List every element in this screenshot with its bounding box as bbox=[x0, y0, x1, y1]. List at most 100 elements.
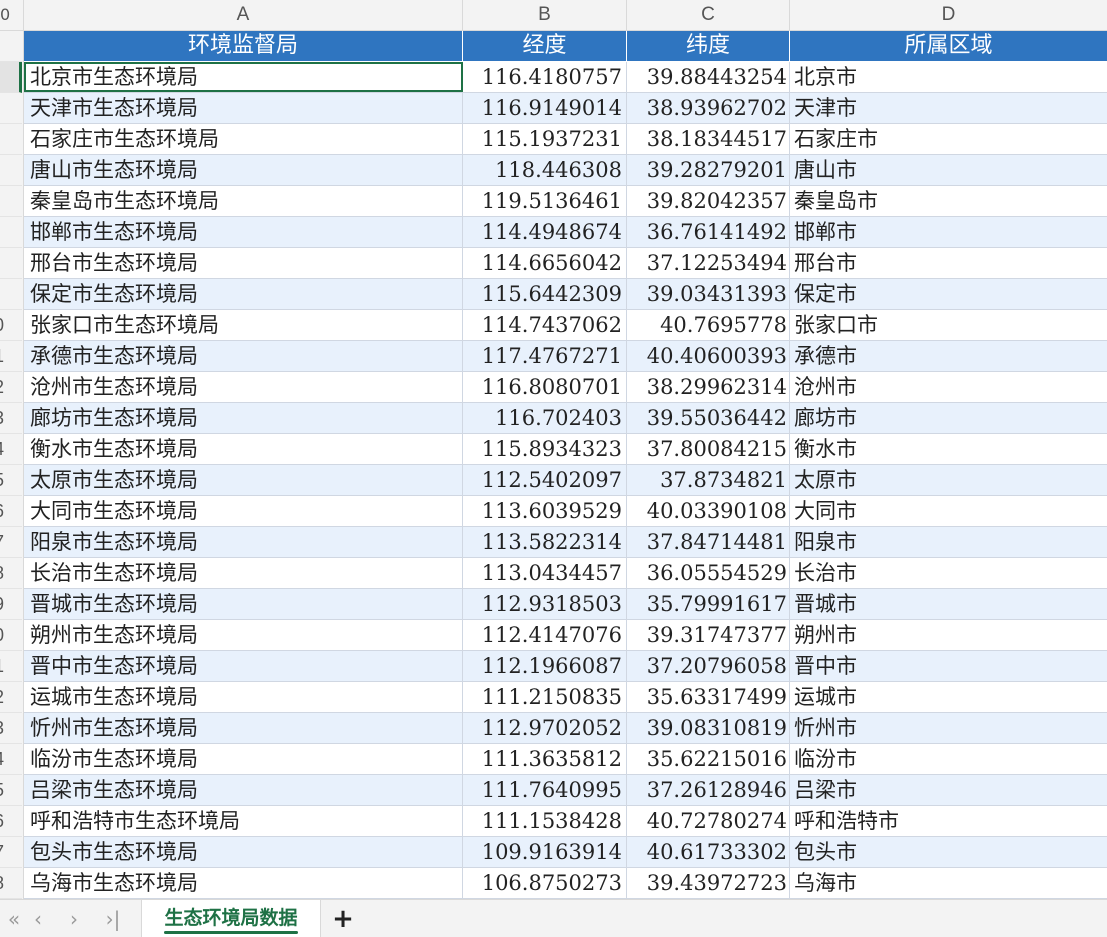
cell-agency[interactable]: 太原市生态环境局 bbox=[24, 465, 463, 495]
cell-longitude[interactable]: 106.8750273 bbox=[463, 868, 627, 898]
cell-agency[interactable]: 乌海市生态环境局 bbox=[24, 868, 463, 898]
cell-latitude[interactable]: 38.29962314 bbox=[627, 372, 790, 402]
cell-agency[interactable]: 晋中市生态环境局 bbox=[24, 651, 463, 681]
row-number[interactable] bbox=[0, 124, 22, 155]
row-number[interactable]: 2 bbox=[0, 372, 22, 403]
row-number[interactable]: 3 bbox=[0, 403, 22, 434]
cell-agency[interactable]: 廊坊市生态环境局 bbox=[24, 403, 463, 433]
cell-longitude[interactable]: 115.8934323 bbox=[463, 434, 627, 464]
next-sheet-button[interactable]: › bbox=[62, 900, 86, 937]
cell-longitude[interactable]: 119.5136461 bbox=[463, 186, 627, 216]
cell-region[interactable]: 廊坊市 bbox=[790, 403, 1107, 433]
row-number[interactable] bbox=[0, 31, 22, 62]
cell-latitude[interactable]: 39.43972723 bbox=[627, 868, 790, 898]
cell-latitude[interactable]: 39.31747377 bbox=[627, 620, 790, 650]
cell-latitude[interactable]: 37.80084215 bbox=[627, 434, 790, 464]
row-number[interactable]: 4 bbox=[0, 434, 22, 465]
cell-longitude[interactable]: 111.2150835 bbox=[463, 682, 627, 712]
row-number[interactable]: 5 bbox=[0, 465, 22, 496]
select-all-corner[interactable]: 0 bbox=[0, 0, 24, 31]
row-number[interactable]: 1 bbox=[0, 341, 22, 372]
cell-agency[interactable]: 长治市生态环境局 bbox=[24, 558, 463, 588]
cell-agency[interactable]: 晋城市生态环境局 bbox=[24, 589, 463, 619]
cell-region[interactable]: 晋中市 bbox=[790, 651, 1107, 681]
cell-latitude[interactable]: 37.84714481 bbox=[627, 527, 790, 557]
sheet-tab-active[interactable]: 生态环境局数据 bbox=[141, 900, 321, 937]
row-number[interactable] bbox=[0, 217, 22, 248]
cell-longitude[interactable]: 116.4180757 bbox=[463, 62, 627, 92]
row-number[interactable]: 7 bbox=[0, 527, 22, 558]
cell-region[interactable]: 太原市 bbox=[790, 465, 1107, 495]
cell-latitude[interactable]: 39.82042357 bbox=[627, 186, 790, 216]
column-header-b[interactable]: B bbox=[463, 0, 627, 31]
cell-region[interactable]: 承德市 bbox=[790, 341, 1107, 371]
row-number[interactable]: 2 bbox=[0, 682, 22, 713]
cell-agency[interactable]: 运城市生态环境局 bbox=[24, 682, 463, 712]
cell-latitude[interactable]: 35.79991617 bbox=[627, 589, 790, 619]
cell-region[interactable]: 乌海市 bbox=[790, 868, 1107, 898]
row-number[interactable]: 8 bbox=[0, 868, 22, 899]
cell-region[interactable]: 吕梁市 bbox=[790, 775, 1107, 805]
cell-latitude[interactable]: 38.93962702 bbox=[627, 93, 790, 123]
cell-region[interactable]: 包头市 bbox=[790, 837, 1107, 867]
cell-region[interactable]: 忻州市 bbox=[790, 713, 1107, 743]
row-number[interactable]: 4 bbox=[0, 744, 22, 775]
cell-region[interactable]: 秦皇岛市 bbox=[790, 186, 1107, 216]
cell-agency[interactable]: 包头市生态环境局 bbox=[24, 837, 463, 867]
cell-agency[interactable]: 保定市生态环境局 bbox=[24, 279, 463, 309]
cell-longitude[interactable]: 112.5402097 bbox=[463, 465, 627, 495]
cell-longitude[interactable]: 111.1538428 bbox=[463, 806, 627, 836]
cell-agency[interactable]: 邢台市生态环境局 bbox=[24, 248, 463, 278]
row-number[interactable]: 7 bbox=[0, 837, 22, 868]
header-cell-agency[interactable]: 环境监督局 bbox=[24, 31, 463, 61]
column-header-a[interactable]: A bbox=[24, 0, 463, 31]
cell-longitude[interactable]: 109.9163914 bbox=[463, 837, 627, 867]
row-number[interactable]: 6 bbox=[0, 806, 22, 837]
cell-agency[interactable]: 阳泉市生态环境局 bbox=[24, 527, 463, 557]
cell-region[interactable]: 临汾市 bbox=[790, 744, 1107, 774]
cell-agency[interactable]: 唐山市生态环境局 bbox=[24, 155, 463, 185]
cell-latitude[interactable]: 39.28279201 bbox=[627, 155, 790, 185]
cell-latitude[interactable]: 40.7695778 bbox=[627, 310, 790, 340]
cell-longitude[interactable]: 113.5822314 bbox=[463, 527, 627, 557]
cell-longitude[interactable]: 113.0434457 bbox=[463, 558, 627, 588]
cell-longitude[interactable]: 116.702403 bbox=[463, 403, 627, 433]
cell-latitude[interactable]: 35.62215016 bbox=[627, 744, 790, 774]
cell-agency[interactable]: 大同市生态环境局 bbox=[24, 496, 463, 526]
cell-longitude[interactable]: 116.9149014 bbox=[463, 93, 627, 123]
row-number[interactable]: 0 bbox=[0, 310, 22, 341]
cell-longitude[interactable]: 112.1966087 bbox=[463, 651, 627, 681]
cell-region[interactable]: 邯郸市 bbox=[790, 217, 1107, 247]
cell-latitude[interactable]: 37.12253494 bbox=[627, 248, 790, 278]
cell-agency[interactable]: 承德市生态环境局 bbox=[24, 341, 463, 371]
cell-longitude[interactable]: 114.4948674 bbox=[463, 217, 627, 247]
cell-region[interactable]: 长治市 bbox=[790, 558, 1107, 588]
cell-agency[interactable]: 临汾市生态环境局 bbox=[24, 744, 463, 774]
cell-longitude[interactable]: 115.1937231 bbox=[463, 124, 627, 154]
cell-latitude[interactable]: 37.20796058 bbox=[627, 651, 790, 681]
add-sheet-button[interactable]: + bbox=[328, 900, 358, 937]
cell-latitude[interactable]: 36.05554529 bbox=[627, 558, 790, 588]
cell-region[interactable]: 天津市 bbox=[790, 93, 1107, 123]
cell-longitude[interactable]: 111.3635812 bbox=[463, 744, 627, 774]
cell-agency[interactable]: 朔州市生态环境局 bbox=[24, 620, 463, 650]
cell-latitude[interactable]: 40.72780274 bbox=[627, 806, 790, 836]
header-cell-latitude[interactable]: 纬度 bbox=[627, 31, 790, 61]
cell-agency[interactable]: 石家庄市生态环境局 bbox=[24, 124, 463, 154]
cell-latitude[interactable]: 36.76141492 bbox=[627, 217, 790, 247]
cell-latitude[interactable]: 35.63317499 bbox=[627, 682, 790, 712]
row-number[interactable] bbox=[0, 93, 22, 124]
row-number[interactable] bbox=[0, 186, 22, 217]
cell-agency[interactable]: 沧州市生态环境局 bbox=[24, 372, 463, 402]
cell-region[interactable]: 石家庄市 bbox=[790, 124, 1107, 154]
cell-region[interactable]: 邢台市 bbox=[790, 248, 1107, 278]
cell-agency[interactable]: 北京市生态环境局 bbox=[24, 62, 463, 92]
cell-latitude[interactable]: 39.08310819 bbox=[627, 713, 790, 743]
cell-longitude[interactable]: 114.6656042 bbox=[463, 248, 627, 278]
cell-agency[interactable]: 呼和浩特市生态环境局 bbox=[24, 806, 463, 836]
cell-latitude[interactable]: 40.40600393 bbox=[627, 341, 790, 371]
header-cell-longitude[interactable]: 经度 bbox=[463, 31, 627, 61]
cell-agency[interactable]: 天津市生态环境局 bbox=[24, 93, 463, 123]
cell-region[interactable]: 保定市 bbox=[790, 279, 1107, 309]
last-sheet-button[interactable]: ›| bbox=[98, 900, 128, 937]
